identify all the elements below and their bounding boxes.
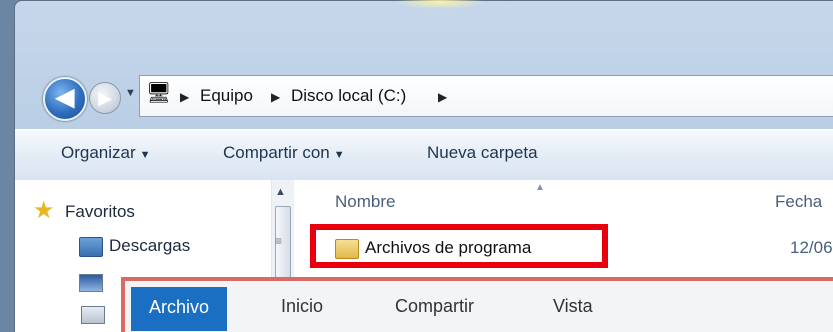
new-folder-button[interactable]: Nueva carpeta xyxy=(427,130,538,180)
column-header-date[interactable]: Fecha xyxy=(775,192,822,212)
dropdown-icon: ▼ xyxy=(125,87,136,99)
grip-icon: ≡ xyxy=(275,234,283,248)
sort-ascending-icon: ▲ xyxy=(535,182,545,193)
chevron-down-icon: ▼ xyxy=(333,149,345,161)
history-dropdown-button[interactable]: ▼ xyxy=(125,87,136,99)
list-item-archivos-de-programa[interactable]: Archivos de programa xyxy=(335,238,531,259)
forward-button[interactable]: ▶ xyxy=(89,82,121,114)
breadcrumb-separator[interactable]: ▶ xyxy=(180,76,189,116)
tab-archivo[interactable]: Archivo xyxy=(131,287,228,331)
back-button[interactable]: ◀ xyxy=(43,77,87,121)
column-header-name[interactable]: Nombre xyxy=(335,192,395,212)
organize-label: Organizar xyxy=(61,143,136,162)
file-date: 12/06, xyxy=(790,238,833,257)
share-with-label: Compartir con xyxy=(223,143,330,162)
explorer-window: ◀ ▶ ▼ 🖥 ▶ Equipo ▶ Disco local (C:) ▶ Or… xyxy=(14,0,833,332)
downloads-folder-icon xyxy=(79,236,103,257)
drive-icon: 🖥 xyxy=(146,82,172,104)
breadcrumb-equipo[interactable]: Equipo xyxy=(200,76,253,116)
breadcrumb-disco-local[interactable]: Disco local (C:) xyxy=(291,76,406,116)
tab-inicio[interactable]: Inicio xyxy=(281,285,323,332)
tab-compartir[interactable]: Compartir xyxy=(395,285,474,332)
ribbon-tab-bar: Archivo Inicio Compartir Vista xyxy=(121,277,833,332)
sidebar-item-favorites[interactable]: ★ Favoritos xyxy=(33,197,135,224)
navigation-bar: ◀ ▶ ▼ 🖥 ▶ Equipo ▶ Disco local (C:) ▶ xyxy=(37,69,833,121)
downloads-label: Descargas xyxy=(109,236,191,255)
favorites-label: Favoritos xyxy=(65,202,135,221)
breadcrumb-separator[interactable]: ▶ xyxy=(271,76,280,116)
scroll-up-icon[interactable]: ▲ xyxy=(275,186,286,198)
chevron-down-icon: ▼ xyxy=(139,149,151,161)
tab-vista[interactable]: Vista xyxy=(553,285,593,332)
recent-places-icon[interactable] xyxy=(81,306,105,324)
title-glow xyxy=(395,0,485,9)
chevron-right-icon: ▶ xyxy=(271,90,281,104)
desktop-icon[interactable] xyxy=(79,274,103,292)
chevron-right-icon: ▶ xyxy=(438,90,448,104)
breadcrumb-separator[interactable]: ▶ xyxy=(438,76,447,116)
forward-arrow-icon: ▶ xyxy=(98,88,112,108)
back-arrow-icon: ◀ xyxy=(55,84,75,111)
chevron-right-icon: ▶ xyxy=(180,90,190,104)
organize-button[interactable]: Organizar ▼ xyxy=(61,130,151,180)
file-name: Archivos de programa xyxy=(365,238,532,257)
sidebar-item-downloads[interactable]: Descargas xyxy=(79,236,190,257)
command-bar: Organizar ▼ Compartir con ▼ Nueva carpeta xyxy=(15,129,833,181)
share-with-button[interactable]: Compartir con ▼ xyxy=(223,130,345,180)
address-bar[interactable]: 🖥 ▶ Equipo ▶ Disco local (C:) ▶ xyxy=(139,75,833,117)
star-icon: ★ xyxy=(33,197,55,224)
folder-icon xyxy=(335,238,359,259)
